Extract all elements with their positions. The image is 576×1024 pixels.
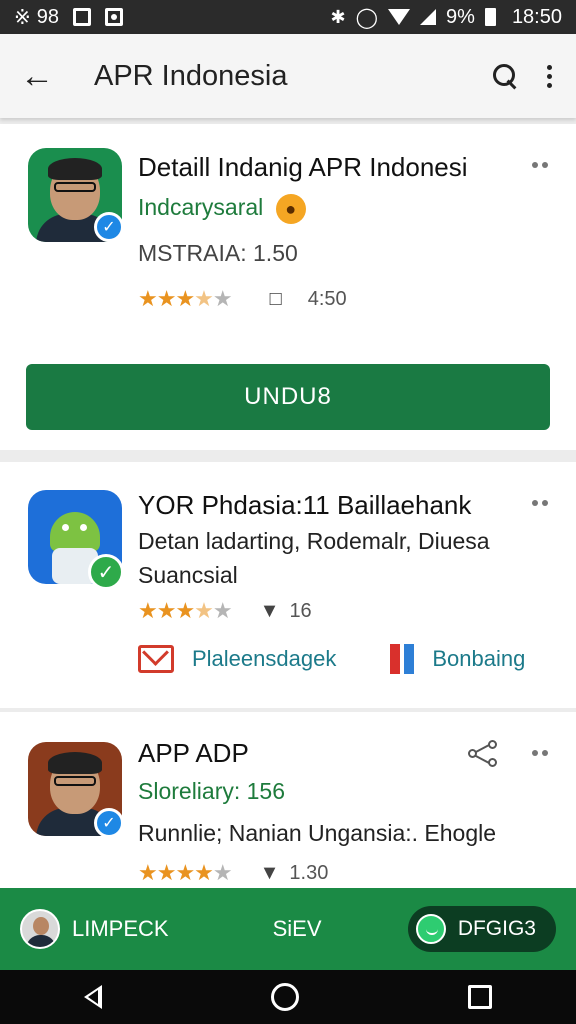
app-subtitle-3: Sloreliary: 156 xyxy=(138,778,286,804)
page-title: APR Indonesia xyxy=(94,59,288,92)
app-subtitle-1: Indcarysaral ● xyxy=(138,194,306,224)
mail-icon xyxy=(138,645,174,673)
bottom-action-bar: LIMPECK SiEV DFGIG3 xyxy=(0,888,576,970)
status-time: 18:50 xyxy=(511,5,562,28)
status-left-text: 98 xyxy=(36,5,60,28)
app-desc-3: Runnlie; Nanian Ungansia:. Ehogle xyxy=(138,820,497,846)
install-button[interactable]: UNDU8 xyxy=(26,364,550,430)
rating-row-3: ★★★★★ ▼ 1.30 xyxy=(138,860,328,886)
verified-check-icon: ✓ xyxy=(94,808,124,838)
app-bar: ← APR Indonesia xyxy=(0,34,576,118)
flag-icon xyxy=(390,644,418,674)
more-horiz-icon[interactable] xyxy=(532,500,548,506)
link-row-2: Plaleensdagek Bonbaing xyxy=(138,644,525,674)
share-icon[interactable] xyxy=(468,740,500,768)
battery-percent: 9% xyxy=(446,5,475,28)
app-desc-2-line1: Detan ladarting, Rodemalr, Diuesa xyxy=(138,528,490,554)
app-stat-3: 1.30 xyxy=(289,861,329,884)
app-title-2[interactable]: YOR Phdasia:11 Baillaehank xyxy=(138,490,471,521)
signal-icon xyxy=(420,9,437,25)
chat-pill-button[interactable]: DFGIG3 xyxy=(407,906,556,952)
app-stat-1: 4:50 xyxy=(307,287,347,310)
alarm-icon: ◯ xyxy=(355,6,379,29)
nav-recents-icon[interactable] xyxy=(467,985,492,1009)
star-rating: ★★★★★ xyxy=(138,598,233,623)
bottom-left-label[interactable]: LIMPECK xyxy=(72,916,169,942)
emoji-icon: ● xyxy=(275,194,306,224)
system-nav-bar xyxy=(0,970,576,1024)
wifi-icon xyxy=(388,9,411,25)
gallery-icon xyxy=(73,8,92,26)
search-icon[interactable] xyxy=(493,64,517,88)
link-primary[interactable]: Plaleensdagek xyxy=(192,646,336,672)
avatar[interactable] xyxy=(20,909,60,949)
nav-back-icon[interactable] xyxy=(84,985,103,1009)
battery-icon xyxy=(484,8,496,26)
app-title-1[interactable]: Detaill Indanig APR Indonesi xyxy=(138,152,468,183)
more-horiz-icon[interactable] xyxy=(532,750,548,756)
bottom-center-label[interactable]: SiEV xyxy=(273,916,322,942)
app-title-3[interactable]: APP ADP xyxy=(138,738,249,769)
link-secondary[interactable]: Bonbaing xyxy=(432,646,525,672)
download-icon: ▼ xyxy=(259,599,280,622)
app-bar-actions xyxy=(493,64,556,88)
thumbs-up-icon: □ xyxy=(269,287,282,310)
screenshot-icon xyxy=(105,8,124,26)
star-rating: ★★★★★ xyxy=(138,860,233,885)
rating-row-1: ★★★★★ □ 4:50 xyxy=(138,286,347,312)
verified-check-icon: ✓ xyxy=(94,212,124,242)
verified-check-icon: ✓ xyxy=(88,554,124,590)
star-rating: ★★★★★ xyxy=(138,286,233,311)
chat-icon xyxy=(415,914,446,944)
rating-row-2: ★★★★★ ▼ 16 xyxy=(138,598,312,624)
app-stat-2: 16 xyxy=(289,599,312,622)
app-meta-1: MSTRAIA: 1.50 xyxy=(138,240,298,266)
chat-pill-label: DFGIG3 xyxy=(457,917,536,940)
bluetooth-icon: ※ xyxy=(14,6,31,29)
status-bar: ※ 98 ✱ ◯ 9% 18:50 xyxy=(0,0,576,34)
bluetooth-status-icon: ✱ xyxy=(330,6,346,27)
more-horiz-icon[interactable] xyxy=(532,162,548,168)
back-arrow-icon[interactable]: ← xyxy=(20,57,64,96)
nav-home-icon[interactable] xyxy=(270,983,299,1011)
download-icon: ▼ xyxy=(259,861,280,884)
status-left: ※ 98 xyxy=(14,5,124,30)
app-desc-2-line2: Suancsial xyxy=(138,562,238,588)
status-right: ✱ ◯ 9% 18:50 xyxy=(331,5,562,30)
more-vert-icon[interactable] xyxy=(543,64,556,88)
